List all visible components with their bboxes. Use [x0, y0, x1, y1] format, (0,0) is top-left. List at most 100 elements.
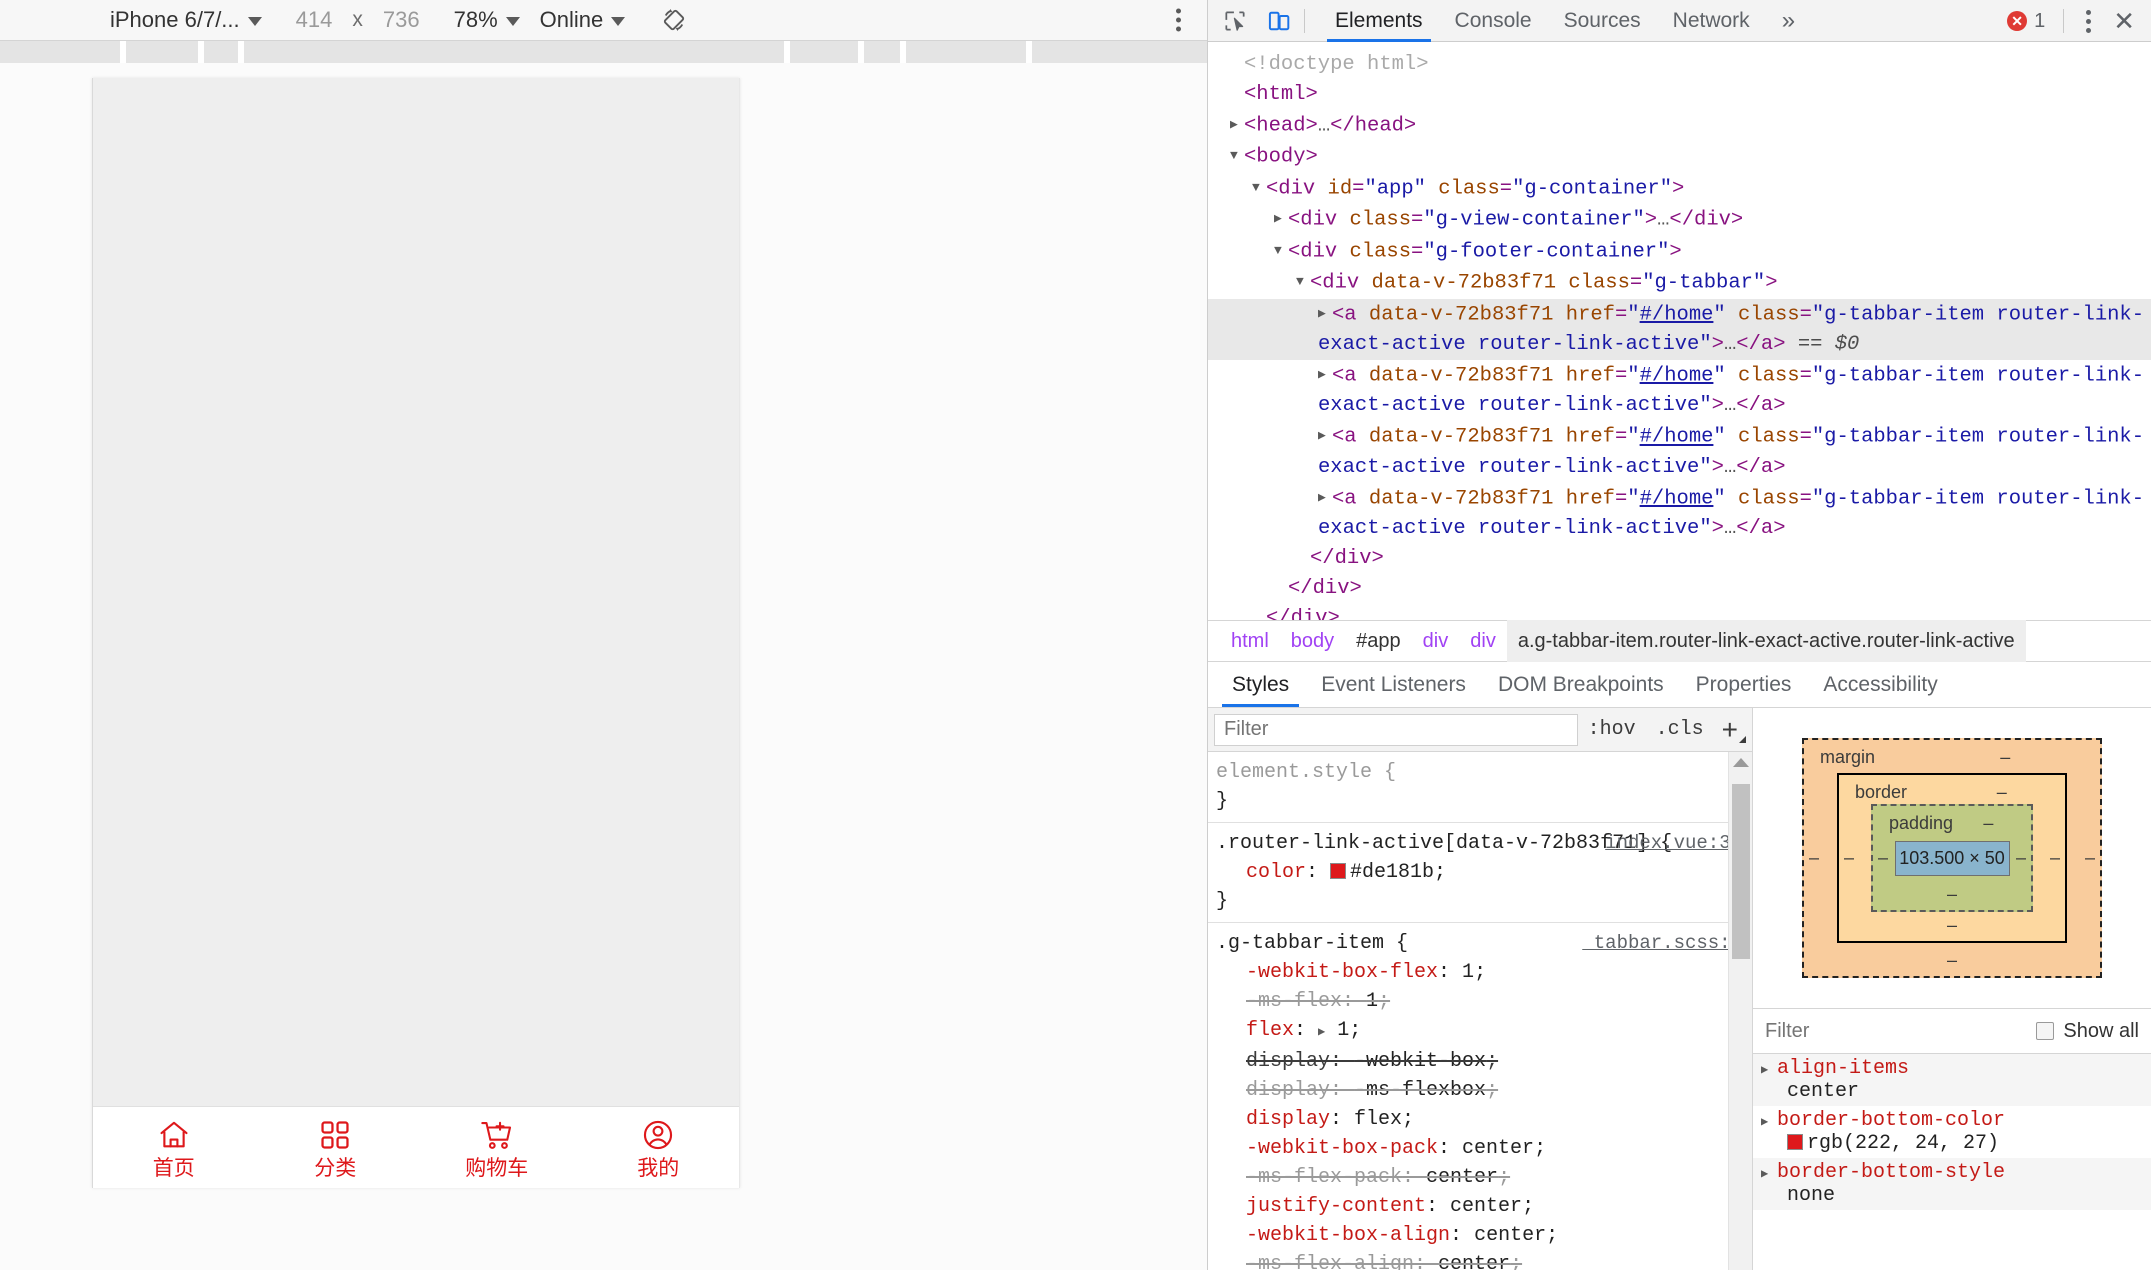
- sidebar-tab-styles[interactable]: Styles: [1216, 662, 1305, 707]
- expand-triangle-icon[interactable]: [1252, 173, 1266, 203]
- expand-triangle-icon[interactable]: ▶: [1761, 1114, 1777, 1129]
- tabbar-item-home[interactable]: 首页: [93, 1117, 255, 1179]
- expand-triangle-icon[interactable]: [1318, 421, 1332, 451]
- css-selector[interactable]: element.style {: [1216, 761, 1396, 784]
- padding-bottom-value[interactable]: –: [1947, 884, 1957, 905]
- device-select[interactable]: iPhone 6/7/...: [110, 7, 262, 33]
- computed-filter-input[interactable]: [1765, 1019, 2037, 1043]
- css-rule[interactable]: .router-link-active[data-v-72b83f71] {in…: [1208, 823, 1752, 923]
- scrollbar-thumb[interactable]: [1732, 784, 1750, 959]
- dom-node[interactable]: <div data-v-72b83f71 class="g-tabbar">: [1208, 267, 2151, 298]
- css-selector[interactable]: .g-tabbar-item {: [1216, 932, 1408, 955]
- css-rule[interactable]: element.style {}: [1208, 752, 1752, 823]
- computed-property-row[interactable]: ▶ border-bottom-color rgb(222, 24, 27): [1753, 1106, 2151, 1158]
- breadcrumb-item-4[interactable]: div: [1459, 630, 1507, 653]
- dom-node[interactable]: <div class="g-view-container">…</div>: [1208, 204, 2151, 235]
- zoom-select[interactable]: 78%: [454, 7, 520, 33]
- expand-triangle-icon[interactable]: [1318, 360, 1332, 390]
- dom-node[interactable]: <a data-v-72b83f71 href="#/home" class="…: [1208, 483, 2151, 544]
- breadcrumb-item-3[interactable]: div: [1412, 630, 1460, 653]
- css-declaration[interactable]: -ms-flex: 1;: [1208, 987, 1752, 1016]
- close-devtools-icon[interactable]: ✕: [2105, 8, 2143, 34]
- css-declaration[interactable]: -webkit-box-flex: 1;: [1208, 958, 1752, 987]
- padding-right-value[interactable]: –: [2016, 848, 2026, 869]
- css-declaration[interactable]: -webkit-box-pack: center;: [1208, 1134, 1752, 1163]
- css-source-link[interactable]: _tabbar.scss:9: [1582, 929, 1742, 958]
- viewport-height-input[interactable]: 736: [383, 7, 420, 33]
- emulated-viewport[interactable]: 首页 分类 购物车 我的: [92, 78, 740, 1188]
- dom-node[interactable]: <!doctype html>: [1208, 50, 2151, 80]
- css-declaration[interactable]: color: #de181b;: [1208, 858, 1752, 887]
- rotate-device-icon[interactable]: [659, 5, 689, 35]
- breadcrumb-item-5[interactable]: a.g-tabbar-item.router-link-exact-active…: [1506, 620, 2026, 662]
- margin-top-value[interactable]: –: [2000, 747, 2010, 768]
- hov-toggle-button[interactable]: :hov: [1578, 718, 1646, 741]
- device-more-options-button[interactable]: [1176, 8, 1181, 32]
- css-rules-list[interactable]: element.style {} .router-link-active[data…: [1208, 752, 1752, 1270]
- expand-triangle-icon[interactable]: [1318, 483, 1332, 513]
- cls-toggle-button[interactable]: .cls: [1646, 718, 1714, 741]
- css-declaration[interactable]: display: flex;: [1208, 1105, 1752, 1134]
- dom-node[interactable]: </div>: [1208, 604, 2151, 620]
- padding-top-value[interactable]: –: [1983, 813, 1993, 834]
- css-declaration[interactable]: -webkit-box-align: center;: [1208, 1221, 1752, 1250]
- css-declaration[interactable]: justify-content: center;: [1208, 1192, 1752, 1221]
- expand-triangle-icon[interactable]: [1230, 110, 1244, 140]
- margin-right-value[interactable]: –: [2085, 848, 2095, 869]
- dom-node[interactable]: <a data-v-72b83f71 href="#/home" class="…: [1208, 360, 2151, 421]
- padding-left-value[interactable]: –: [1878, 848, 1888, 869]
- expand-triangle-icon[interactable]: ▶: [1761, 1062, 1777, 1077]
- breadcrumb-item-2[interactable]: #app: [1345, 630, 1412, 653]
- tabbar-item-cart[interactable]: 购物车: [416, 1117, 578, 1179]
- styles-filter-input[interactable]: [1214, 713, 1578, 746]
- margin-bottom-value[interactable]: –: [1947, 950, 1957, 971]
- border-bottom-value[interactable]: –: [1947, 915, 1957, 936]
- toggle-device-toolbar-icon[interactable]: [1262, 6, 1296, 36]
- sidebar-tab-accessibility[interactable]: Accessibility: [1807, 662, 1953, 707]
- box-model-border[interactable]: border – – – – padding – – – – 103.500 ×…: [1837, 773, 2067, 943]
- dom-node[interactable]: </div>: [1208, 544, 2151, 574]
- css-source-link[interactable]: index.vue:31: [1605, 829, 1742, 858]
- styles-scrollbar[interactable]: [1728, 752, 1752, 1270]
- dom-tree[interactable]: <!doctype html><html><head>…</head><body…: [1208, 42, 2151, 620]
- expand-triangle-icon[interactable]: [1296, 267, 1310, 297]
- tab-network[interactable]: Network: [1657, 0, 1766, 42]
- expand-triangle-icon[interactable]: [1274, 236, 1288, 266]
- border-left-value[interactable]: –: [1844, 848, 1854, 869]
- tab-console[interactable]: Console: [1439, 0, 1548, 42]
- breadcrumb-item-1[interactable]: body: [1280, 630, 1345, 653]
- tab-sources[interactable]: Sources: [1548, 0, 1657, 42]
- css-declaration[interactable]: display: -ms-flexbox;: [1208, 1076, 1752, 1105]
- inspect-element-icon[interactable]: [1218, 6, 1252, 36]
- dom-node[interactable]: <head>…</head>: [1208, 110, 2151, 141]
- viewport-width-input[interactable]: 414: [296, 7, 333, 33]
- css-rule[interactable]: .g-tabbar-item {_tabbar.scss:9 -webkit-bo…: [1208, 923, 1752, 1270]
- tab-elements[interactable]: Elements: [1319, 0, 1439, 42]
- css-declaration[interactable]: -ms-flex-pack: center;: [1208, 1163, 1752, 1192]
- expand-triangle-icon[interactable]: [1318, 299, 1332, 329]
- css-declaration[interactable]: display: -webkit-box;: [1208, 1047, 1752, 1076]
- dom-node[interactable]: <html>: [1208, 80, 2151, 110]
- scroll-up-arrow-icon[interactable]: [1732, 758, 1749, 767]
- dom-node[interactable]: </div>: [1208, 574, 2151, 604]
- expand-triangle-icon[interactable]: ▶: [1761, 1166, 1777, 1181]
- computed-property-row[interactable]: ▶ border-bottom-style none: [1753, 1158, 2151, 1210]
- margin-left-value[interactable]: –: [1809, 848, 1819, 869]
- throttling-select[interactable]: Online: [540, 7, 626, 33]
- color-swatch[interactable]: [1330, 863, 1347, 879]
- box-model-padding[interactable]: padding – – – – 103.500 × 50: [1871, 804, 2033, 912]
- error-badge[interactable]: ✕ 1: [2001, 10, 2051, 33]
- tabbar-item-mine[interactable]: 我的: [578, 1117, 740, 1179]
- dom-node-selected[interactable]: ···<a data-v-72b83f71 href="#/home" clas…: [1208, 298, 2151, 360]
- computed-properties-list[interactable]: ▶ align-items center ▶ border-bottom-color rg…: [1753, 1054, 2151, 1270]
- devtools-menu-icon[interactable]: [2076, 4, 2101, 39]
- dom-node[interactable]: <div class="g-footer-container">: [1208, 236, 2151, 267]
- box-model-content-size[interactable]: 103.500 × 50: [1894, 840, 2010, 876]
- sidebar-tab-dom-breakpoints[interactable]: DOM Breakpoints: [1482, 662, 1680, 707]
- breadcrumb-item-0[interactable]: html: [1220, 630, 1280, 653]
- show-all-checkbox[interactable]: [2036, 1022, 2055, 1040]
- dom-node[interactable]: <div id="app" class="g-container">: [1208, 173, 2151, 204]
- css-selector[interactable]: .router-link-active[data-v-72b83f71] {: [1216, 832, 1672, 855]
- dom-node[interactable]: <body>: [1208, 141, 2151, 172]
- more-tabs-button[interactable]: »: [1766, 0, 1811, 42]
